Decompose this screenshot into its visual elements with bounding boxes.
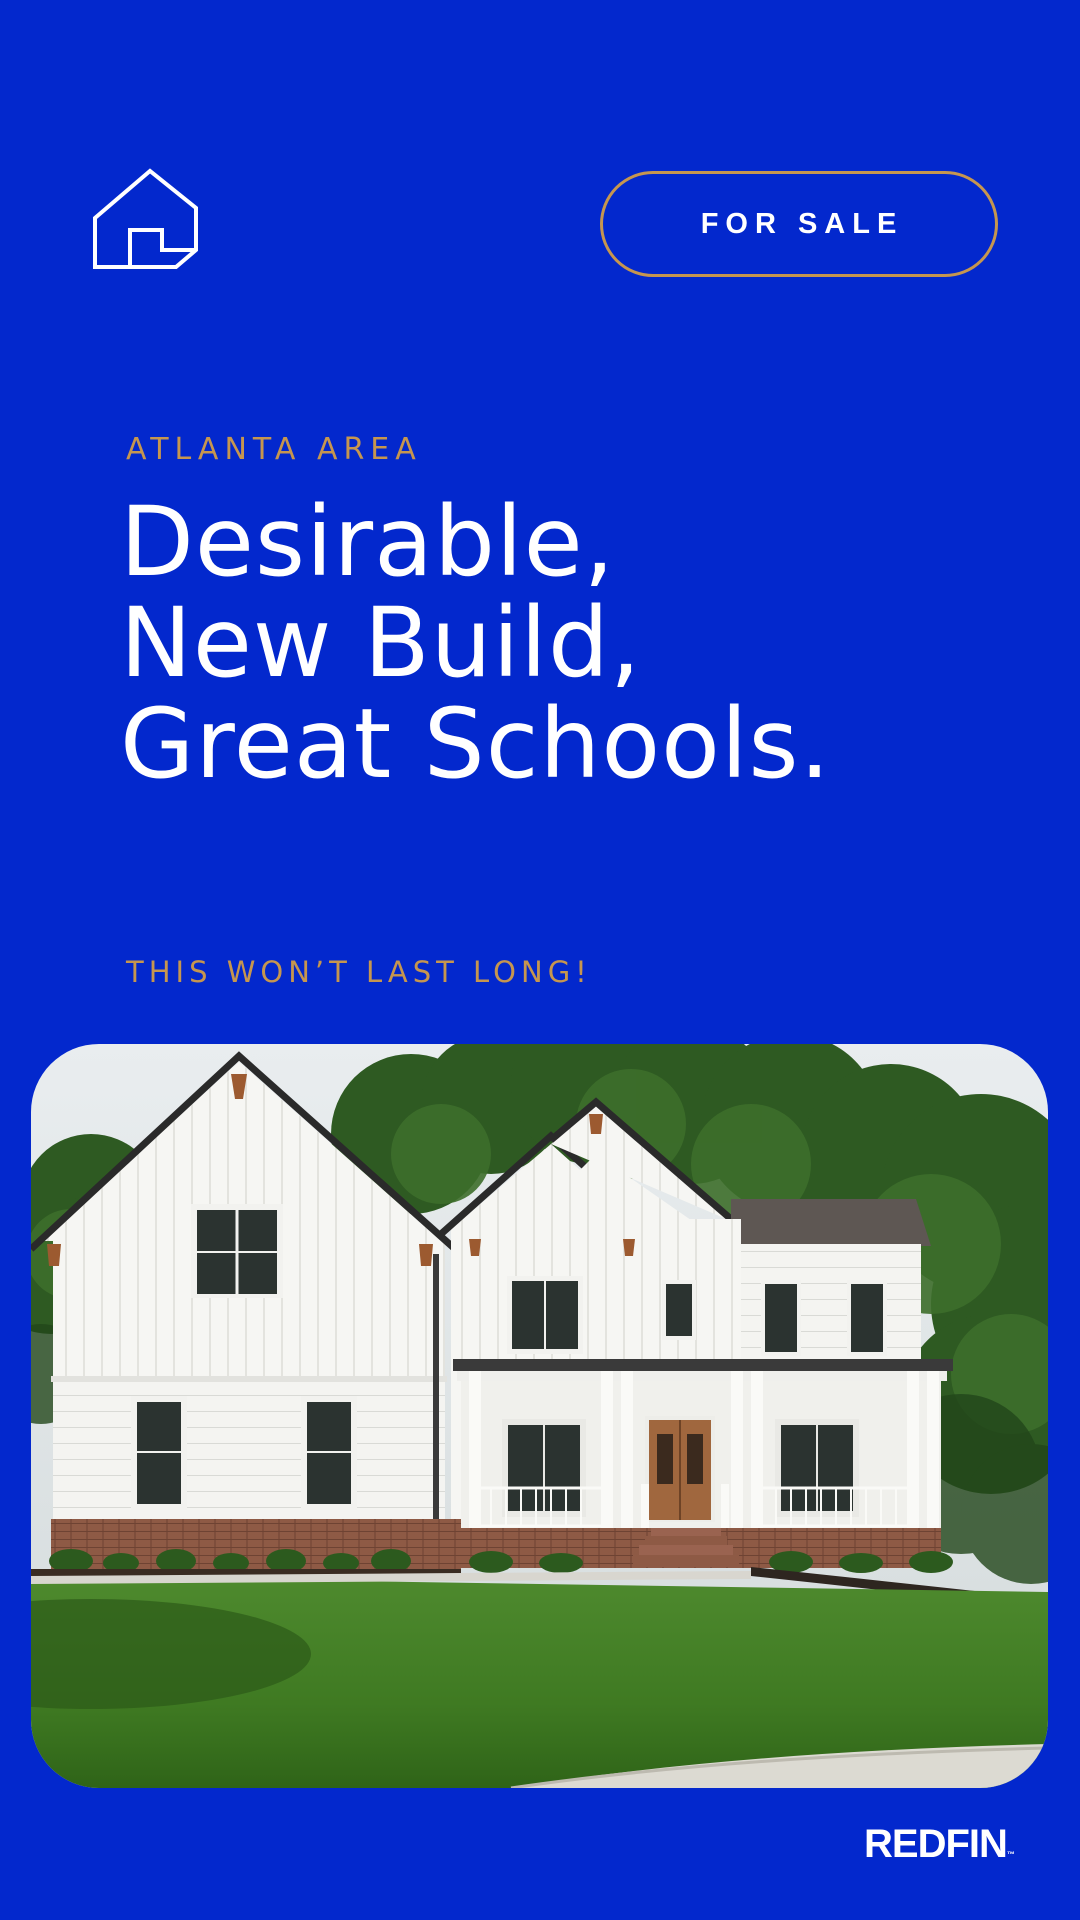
- for-sale-button[interactable]: FOR SALE: [600, 171, 998, 277]
- tagline: THIS WON’T LAST LONG!: [126, 955, 592, 989]
- location-label: ATLANTA AREA: [126, 432, 422, 467]
- trademark-mark: ™: [1006, 1850, 1015, 1859]
- headline-line-1: Desirable,: [120, 486, 616, 598]
- redfin-logo: REDFIN™: [864, 1822, 1015, 1867]
- headline-line-2: New Build,: [120, 587, 642, 699]
- house-icon: [92, 168, 198, 270]
- house-photo: [31, 1044, 1048, 1788]
- headline: Desirable, New Build, Great Schools.: [120, 492, 1040, 795]
- listing-ad-page: FOR SALE ATLANTA AREA Desirable, New Bui…: [0, 0, 1080, 1920]
- headline-line-3: Great Schools.: [120, 688, 832, 800]
- redfin-logo-text: REDFIN: [864, 1822, 1008, 1866]
